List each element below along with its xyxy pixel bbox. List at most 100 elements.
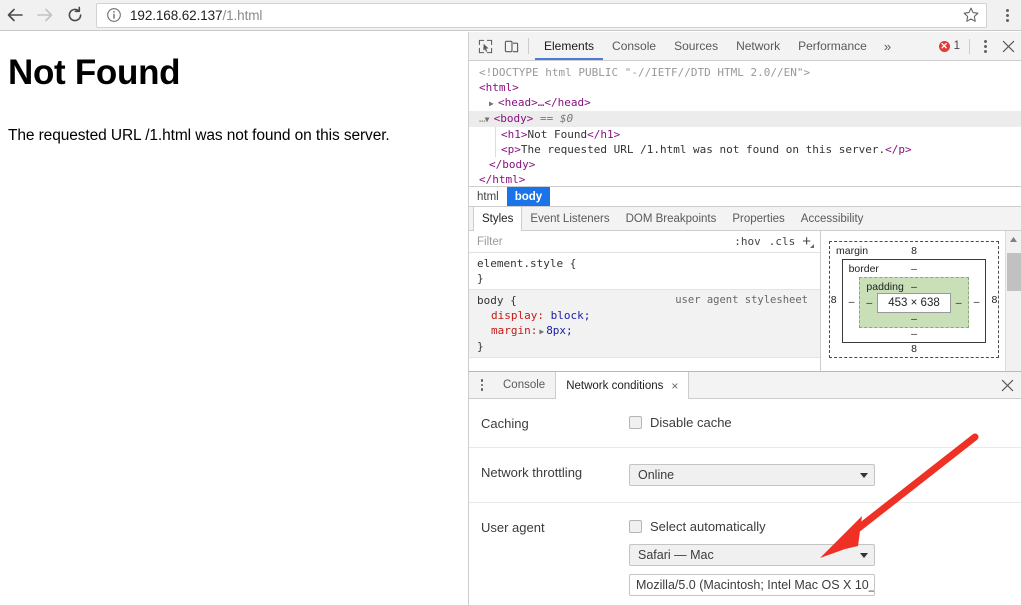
declaration-margin[interactable]: margin: ▶ 8px;	[477, 323, 812, 339]
content-box-size[interactable]: 453 × 638	[877, 293, 951, 313]
caret-up-icon	[1010, 236, 1017, 242]
border-top-value[interactable]: –	[911, 263, 917, 275]
border-bottom-value[interactable]: –	[849, 328, 980, 340]
drawer-tab-network-conditions[interactable]: Network conditions ×	[555, 372, 690, 399]
tab-network[interactable]: Network	[727, 32, 789, 60]
drawer-close-button[interactable]	[993, 372, 1021, 398]
toggle-device-toolbar-button[interactable]	[498, 33, 524, 59]
dom-row-h1[interactable]: <h1>Not Found</h1>	[469, 127, 1021, 142]
sub-tab-properties[interactable]: Properties	[724, 207, 792, 230]
dom-row-body-open[interactable]: …▼ <body> == $0	[469, 111, 1021, 127]
sub-tab-event-listeners[interactable]: Event Listeners	[522, 207, 617, 230]
disable-cache-checkbox[interactable]	[629, 416, 642, 429]
inspect-element-button[interactable]	[472, 33, 498, 59]
user-agent-section: User agent Select automatically Safari —…	[469, 503, 1021, 605]
chevron-down-icon	[860, 472, 868, 478]
url-text[interactable]: 192.168.62.137/1.html	[130, 8, 962, 23]
user-agent-preset-select[interactable]: Safari — Mac	[629, 544, 875, 566]
tab-performance[interactable]: Performance	[789, 32, 876, 60]
margin-left-value[interactable]: 8	[831, 294, 837, 306]
hov-button[interactable]: :hov	[730, 235, 765, 248]
dom-row-head[interactable]: ▶ <head>…</head>	[469, 95, 1021, 111]
browser-menu-button[interactable]	[993, 0, 1021, 30]
rule-body-ua[interactable]: user agent stylesheet body { display: blo…	[469, 289, 820, 358]
page-viewport: Not Found The requested URL /1.html was …	[0, 32, 468, 605]
back-button[interactable]	[0, 0, 30, 30]
border-left-value[interactable]: –	[849, 296, 855, 308]
drawer-tab-console-label: Console	[503, 379, 546, 391]
dom-row-doctype[interactable]: <!DOCTYPE html PUBLIC "-//IETF//DTD HTML…	[469, 65, 1021, 80]
margin-bottom-value[interactable]: 8	[836, 343, 992, 355]
tab-sources[interactable]: Sources	[665, 32, 727, 60]
drawer-tab-console[interactable]: Console	[493, 372, 555, 398]
collapse-triangle-icon[interactable]: ▼	[485, 112, 494, 127]
drawer-menu-button[interactable]	[471, 372, 493, 398]
error-count-badge[interactable]: ✕ 1	[938, 40, 960, 52]
expand-shorthand-triangle-icon[interactable]: ▶	[537, 324, 546, 339]
margin-right-value[interactable]: 8	[991, 294, 997, 306]
page-info-icon[interactable]	[106, 7, 122, 23]
padding-left-value[interactable]: –	[866, 297, 872, 309]
devtools-menu-button[interactable]	[975, 33, 995, 59]
declaration-display[interactable]: display: block;	[477, 308, 812, 323]
devtools-close-button[interactable]	[995, 33, 1021, 59]
select-automatically-checkbox[interactable]	[629, 520, 642, 533]
user-agent-string-input[interactable]: Mozilla/5.0 (Macintosh; Intel Mac OS X 1…	[629, 574, 875, 596]
padding-right-value[interactable]: –	[956, 297, 962, 309]
disable-cache-row[interactable]: Disable cache	[629, 415, 1005, 430]
menu-dot	[983, 49, 987, 53]
tab-elements[interactable]: Elements	[535, 32, 603, 60]
tab-console[interactable]: Console	[603, 32, 665, 60]
element-style-selector: element.style {	[477, 257, 577, 270]
dom-row-html-open[interactable]: <html>	[469, 80, 1021, 95]
scrollbar-thumb[interactable]	[1006, 253, 1021, 291]
box-model-padding[interactable]: padding – – 453 × 638 – –	[859, 277, 969, 328]
disable-cache-label[interactable]: Disable cache	[650, 415, 732, 430]
network-throttling-section: Network throttling Online	[469, 448, 1021, 503]
device-toolbar-icon	[504, 40, 518, 52]
forward-button[interactable]	[30, 0, 60, 30]
margin-top-value[interactable]: 8	[911, 245, 917, 257]
error-count: 1	[953, 40, 960, 52]
box-model-border[interactable]: border – – padding – – 453 × 638 – – – –	[841, 259, 987, 343]
dom-row-html-close[interactable]: </html>	[469, 172, 1021, 186]
devtools-toolbar: Elements Console Sources Network Perform…	[469, 32, 1021, 61]
html-open-tag: <html>	[479, 81, 519, 94]
reload-button[interactable]	[60, 0, 90, 30]
sub-tab-accessibility[interactable]: Accessibility	[793, 207, 872, 230]
sub-tab-styles[interactable]: Styles	[473, 207, 523, 231]
rule-element-style[interactable]: element.style { }	[469, 253, 820, 289]
box-model-margin[interactable]: margin 8 8 border – – padding – – 453 × …	[829, 241, 999, 358]
body-rule-close: }	[477, 340, 484, 353]
dom-row-p[interactable]: <p>The requested URL /1.html was not fou…	[469, 142, 1021, 157]
sub-tab-dom-breakpoints[interactable]: DOM Breakpoints	[618, 207, 725, 230]
padding-top-value[interactable]: –	[911, 281, 917, 293]
user-agent-preset-value: Safari — Mac	[638, 548, 714, 562]
menu-dot	[1005, 13, 1009, 17]
page-body-text: The requested URL /1.html was not found …	[8, 126, 390, 144]
property-name-display: display:	[491, 309, 544, 322]
network-throttling-value: Online	[638, 468, 675, 482]
dom-row-body-close[interactable]: </body>	[469, 157, 1021, 172]
new-style-rule-button[interactable]: +	[799, 233, 814, 250]
expand-triangle-icon[interactable]: ▶	[489, 96, 498, 111]
breadcrumb-item-html[interactable]: html	[469, 187, 507, 206]
filter-input[interactable]: Filter	[477, 236, 730, 248]
more-tabs-chevron-icon[interactable]: »	[876, 39, 899, 54]
border-right-value[interactable]: –	[974, 296, 980, 308]
padding-bottom-value[interactable]: –	[866, 313, 961, 325]
drawer-tab-close-icon[interactable]: ×	[671, 379, 678, 393]
select-automatically-row[interactable]: Select automatically	[629, 519, 1005, 534]
bookmark-star-icon[interactable]	[962, 6, 980, 24]
select-automatically-label[interactable]: Select automatically	[650, 519, 766, 534]
address-bar[interactable]: 192.168.62.137/1.html	[96, 2, 987, 28]
menu-dot	[1005, 18, 1009, 22]
rule-origin-label: user agent stylesheet	[675, 294, 808, 306]
dom-tree[interactable]: <!DOCTYPE html PUBLIC "-//IETF//DTD HTML…	[469, 61, 1021, 186]
network-throttling-select[interactable]: Online	[629, 464, 875, 486]
scroll-up-arrow-icon[interactable]	[1006, 231, 1021, 247]
breadcrumb-item-body[interactable]: body	[506, 187, 551, 206]
menu-dot	[480, 383, 484, 387]
back-arrow-icon	[7, 8, 23, 22]
cls-button[interactable]: .cls	[765, 235, 800, 248]
